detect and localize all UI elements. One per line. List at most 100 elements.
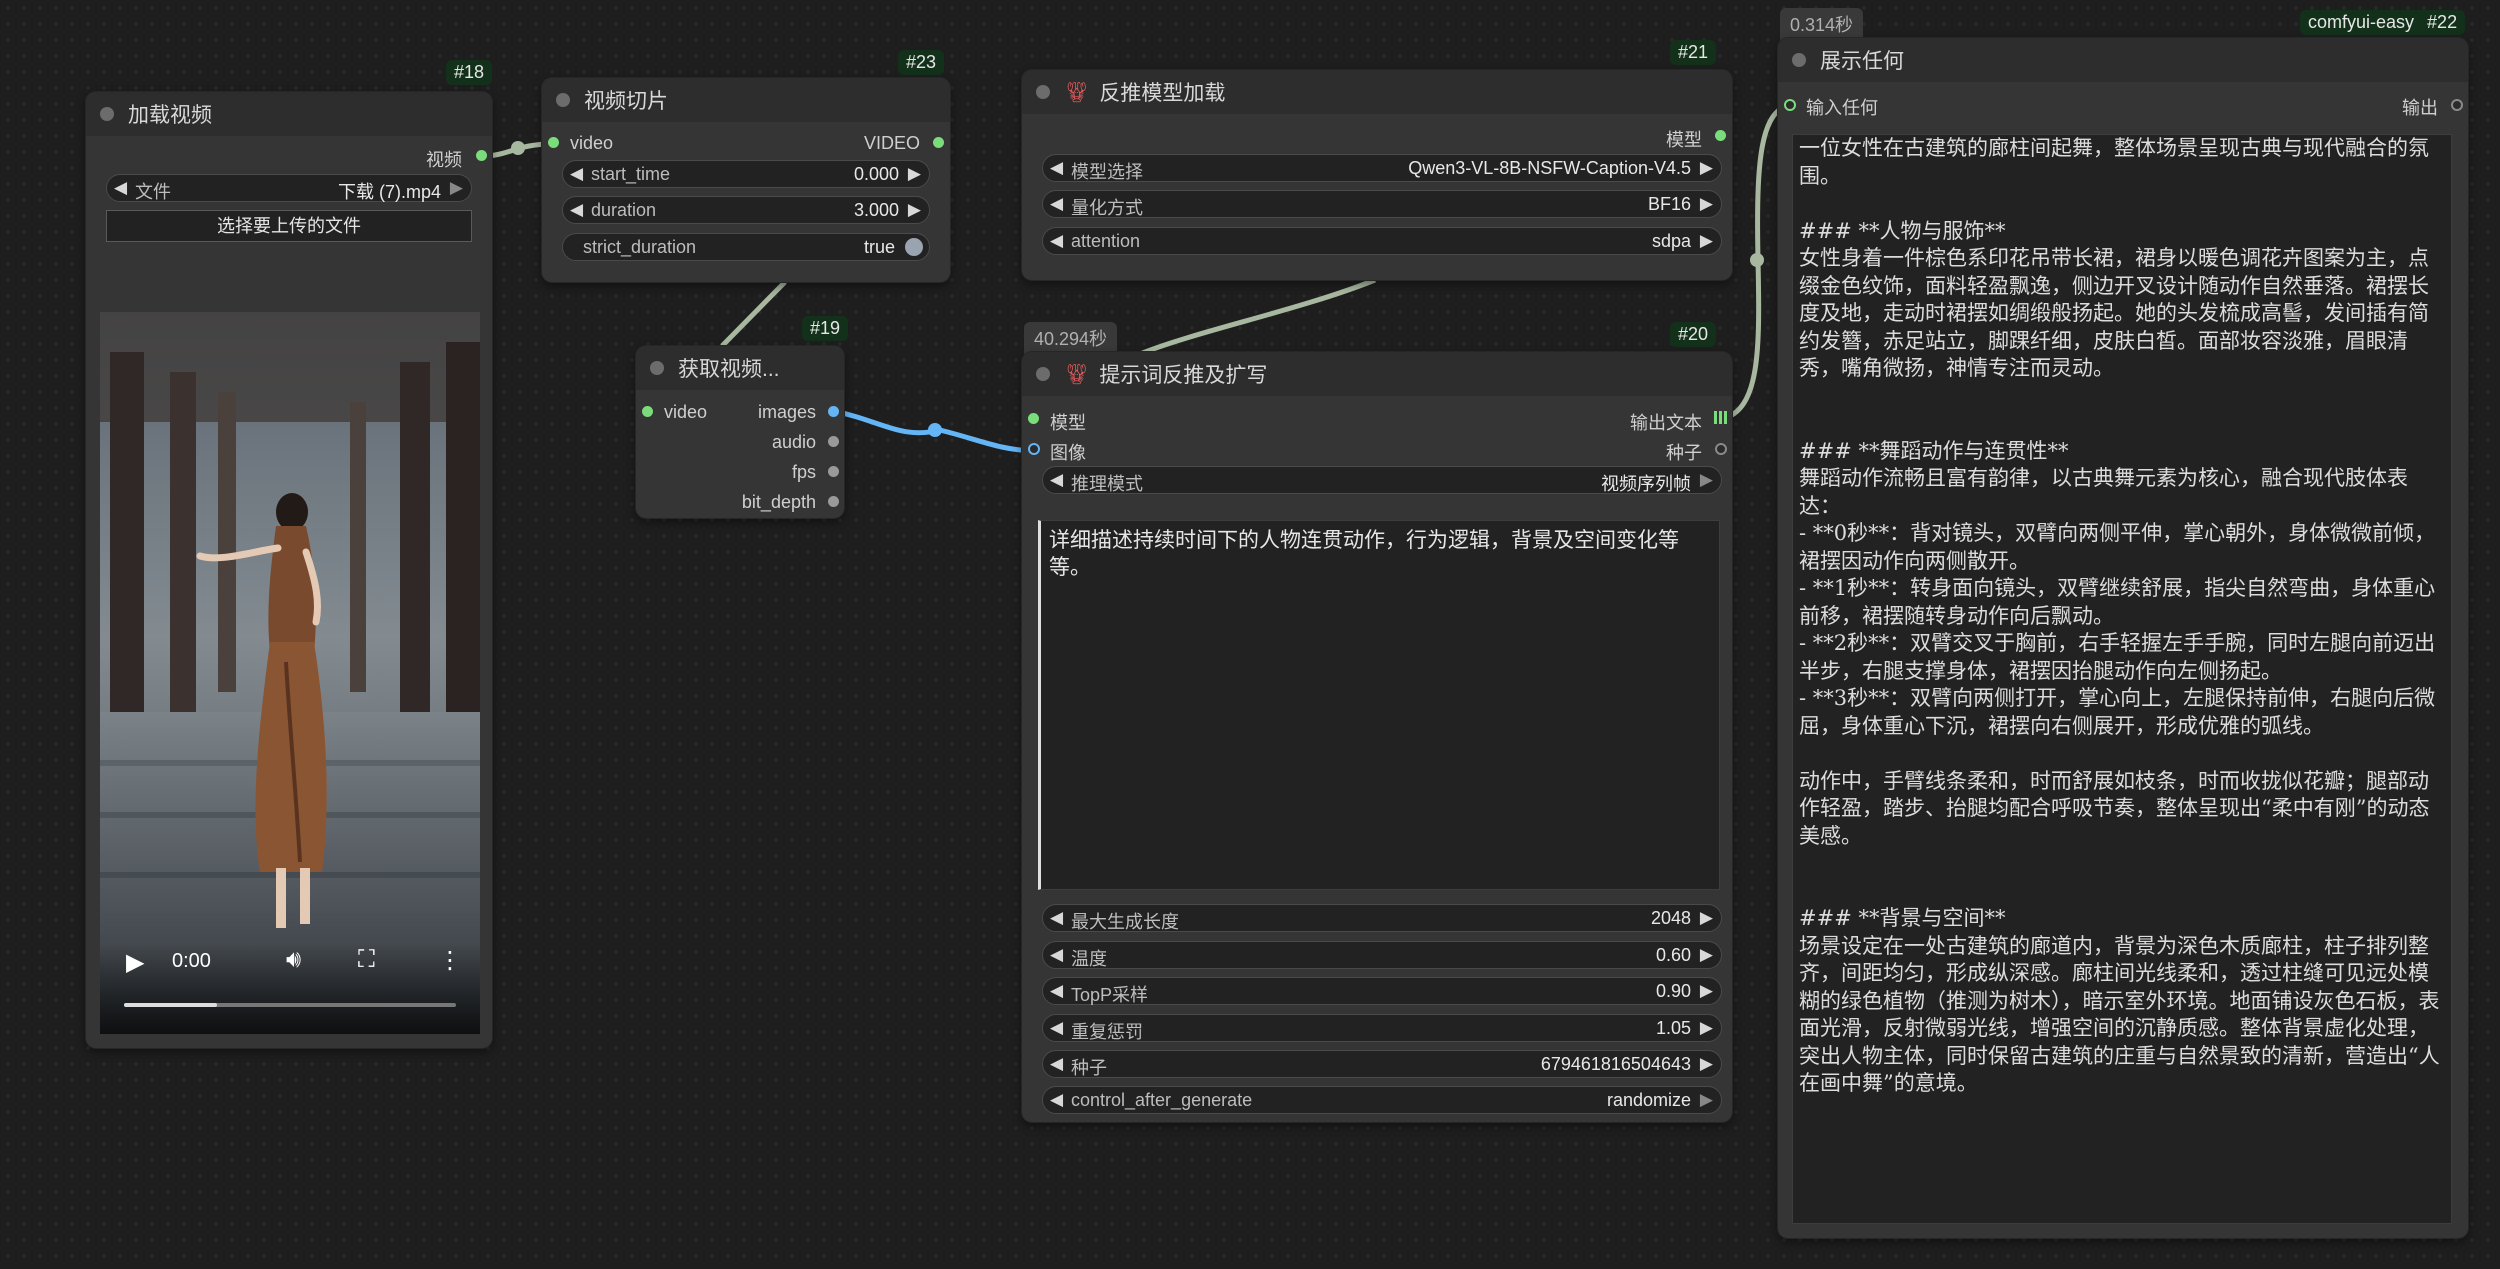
arrow-left-icon[interactable]: ◀ <box>1050 194 1063 214</box>
prompt-reverse-node[interactable]: 🦞︎ 提示词反推及扩写 模型 图像 输出文本 种子 ◀ 推理模式 视频序列帧 ▶… <box>1022 352 1732 1122</box>
node-title-bar[interactable]: 🦞︎ 提示词反推及扩写 <box>1022 352 1732 396</box>
input-socket-model[interactable] <box>1028 413 1039 424</box>
node-status-dot[interactable] <box>650 361 664 375</box>
toggle-knob[interactable] <box>905 238 923 256</box>
widget-label: 种子 <box>1071 1058 1107 1078</box>
arrow-left-icon[interactable]: ◀ <box>114 178 127 198</box>
output-socket-output[interactable] <box>2451 99 2463 111</box>
arrow-right-icon[interactable]: ▶ <box>1700 981 1713 1001</box>
arrow-right-icon[interactable]: ▶ <box>1700 945 1713 965</box>
output-socket-images[interactable] <box>828 406 839 417</box>
output-socket-audio[interactable] <box>828 436 839 447</box>
attention-widget[interactable]: ◀ attention sdpa ▶ <box>1042 227 1722 255</box>
output-socket-fps[interactable] <box>828 466 839 477</box>
arrow-left-icon[interactable]: ◀ <box>1050 908 1063 928</box>
top-p-widget[interactable]: ◀ TopP采样 0.90 ▶ <box>1042 977 1722 1005</box>
arrow-right-icon[interactable]: ▶ <box>1700 470 1713 490</box>
node-status-dot[interactable] <box>1036 367 1050 381</box>
more-icon[interactable]: ⋮ <box>438 946 462 975</box>
model-loader-node[interactable]: 🦞︎ 反推模型加载 模型 ◀ 模型选择 Qwen3-VL-8B-NSFW-Cap… <box>1022 70 1732 280</box>
widget-value: 2048 <box>1650 908 1691 928</box>
file-select-widget[interactable]: ◀ 文件 下载 (7).mp4 ▶ <box>106 174 472 202</box>
node-title-bar[interactable]: 加载视频 <box>86 92 492 136</box>
widget-value: sdpa <box>1651 231 1691 251</box>
output-socket-bit-depth[interactable] <box>828 496 839 507</box>
output-label-video: 视频 <box>426 150 462 170</box>
seed-widget[interactable]: ◀ 种子 679461816504643 ▶ <box>1042 1050 1722 1078</box>
arrow-left-icon[interactable]: ◀ <box>1050 1054 1063 1074</box>
arrow-right-icon[interactable]: ▶ <box>1700 1054 1713 1074</box>
widget-value: 下载 (7).mp4 <box>337 182 441 202</box>
widget-value: 0.60 <box>1655 945 1691 965</box>
widget-value: randomize <box>1606 1090 1691 1110</box>
node-id-badge: #20 <box>1670 322 1717 347</box>
inference-mode-widget[interactable]: ◀ 推理模式 视频序列帧 ▶ <box>1042 466 1722 494</box>
control-after-generate-widget[interactable]: ◀ control_after_generate randomize ▶ <box>1042 1086 1722 1114</box>
repetition-penalty-widget[interactable]: ◀ 重复惩罚 1.05 ▶ <box>1042 1014 1722 1042</box>
arrow-right-icon[interactable]: ▶ <box>1700 231 1713 251</box>
input-socket-any[interactable] <box>1784 99 1796 111</box>
quantization-widget[interactable]: ◀ 量化方式 BF16 ▶ <box>1042 190 1722 218</box>
arrow-left-icon[interactable]: ◀ <box>1050 1090 1063 1110</box>
video-time: 0:00 <box>172 950 211 972</box>
show-any-node[interactable]: 展示任何 输入任何 输出 一位女性在古建筑的廊柱间起舞，整体场景呈现古典与现代融… <box>1778 38 2468 1238</box>
output-socket-video[interactable] <box>476 150 487 161</box>
input-socket-video[interactable] <box>548 137 559 148</box>
duration-widget[interactable]: ◀ duration 3.000 ▶ <box>562 196 930 224</box>
get-video-node[interactable]: 获取视频... video images audio fps bit_depth <box>636 346 844 518</box>
max-length-widget[interactable]: ◀ 最大生成长度 2048 ▶ <box>1042 904 1722 932</box>
node-title: 提示词反推及扩写 <box>1099 364 1268 387</box>
node-status-dot[interactable] <box>100 107 114 121</box>
prompt-textarea[interactable]: 详细描述持续时间下的人物连贯动作，行为逻辑，背景及空间变化等等。 <box>1038 520 1720 890</box>
arrow-left-icon[interactable]: ◀ <box>1050 231 1063 251</box>
node-status-dot[interactable] <box>1036 85 1050 99</box>
arrow-left-icon[interactable]: ◀ <box>1050 945 1063 965</box>
arrow-right-icon[interactable]: ▶ <box>450 178 463 198</box>
input-socket-image[interactable] <box>1028 443 1040 455</box>
arrow-right-icon[interactable]: ▶ <box>1700 194 1713 214</box>
strict-duration-toggle[interactable]: strict_duration true <box>562 233 930 261</box>
output-socket-text[interactable] <box>1714 411 1727 424</box>
arrow-left-icon[interactable]: ◀ <box>570 200 583 220</box>
node-title-bar[interactable]: 🦞︎ 反推模型加载 <box>1022 70 1732 114</box>
node-title-bar[interactable]: 展示任何 <box>1778 38 2468 82</box>
arrow-right-icon[interactable]: ▶ <box>1700 1018 1713 1038</box>
node-title-bar[interactable]: 视频切片 <box>542 78 950 122</box>
video-preview[interactable]: ▶ 0:00 🔊︎ ⛶ ⋮ <box>100 312 480 1034</box>
fullscreen-icon[interactable]: ⛶ <box>358 946 375 974</box>
widget-label: duration <box>591 200 657 220</box>
node-status-dot[interactable] <box>1792 53 1806 67</box>
start-time-widget[interactable]: ◀ start_time 0.000 ▶ <box>562 160 930 188</box>
upload-file-button[interactable]: 选择要上传的文件 <box>106 210 472 242</box>
arrow-right-icon[interactable]: ▶ <box>1700 908 1713 928</box>
load-video-node[interactable]: 加载视频 视频 ◀ 文件 下载 (7).mp4 ▶ 选择要上传的文件 ▶ 0:0… <box>86 92 492 1048</box>
input-label-image: 图像 <box>1050 443 1086 463</box>
node-id-badge: #18 <box>446 60 493 85</box>
output-socket-seed[interactable] <box>1715 443 1727 455</box>
temperature-widget[interactable]: ◀ 温度 0.60 ▶ <box>1042 941 1722 969</box>
node-title-bar[interactable]: 获取视频... <box>636 346 844 390</box>
video-slice-node[interactable]: 视频切片 video VIDEO ◀ start_time 0.000 ▶ ◀ … <box>542 78 950 282</box>
arrow-right-icon[interactable]: ▶ <box>908 164 921 184</box>
input-socket-video[interactable] <box>642 406 653 417</box>
arrow-right-icon[interactable]: ▶ <box>908 200 921 220</box>
node-title: 加载视频 <box>128 104 212 127</box>
arrow-left-icon[interactable]: ◀ <box>1050 1018 1063 1038</box>
video-progress-track[interactable] <box>124 1003 456 1007</box>
output-socket-model[interactable] <box>1715 130 1726 141</box>
arrow-left-icon[interactable]: ◀ <box>1050 470 1063 490</box>
arrow-left-icon[interactable]: ◀ <box>1050 158 1063 178</box>
badge-id: #22 <box>2427 12 2458 32</box>
volume-icon[interactable]: 🔊︎ <box>286 946 301 974</box>
model-select-widget[interactable]: ◀ 模型选择 Qwen3-VL-8B-NSFW-Caption-V4.5 ▶ <box>1042 154 1722 182</box>
widget-label: start_time <box>591 164 671 184</box>
node-status-dot[interactable] <box>556 93 570 107</box>
arrow-left-icon[interactable]: ◀ <box>1050 981 1063 1001</box>
display-textarea[interactable]: 一位女性在古建筑的廊柱间起舞，整体场景呈现古典与现代融合的氛围。 ### **人… <box>1792 134 2452 1224</box>
widget-value: true <box>863 237 895 257</box>
arrow-left-icon[interactable]: ◀ <box>570 164 583 184</box>
play-icon[interactable]: ▶ <box>126 948 144 977</box>
output-socket-video[interactable] <box>933 137 944 148</box>
arrow-right-icon[interactable]: ▶ <box>1700 158 1713 178</box>
arrow-right-icon[interactable]: ▶ <box>1700 1090 1713 1110</box>
